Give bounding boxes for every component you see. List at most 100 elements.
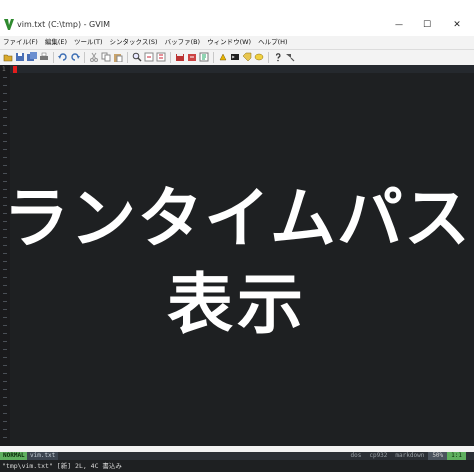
run-script-icon	[199, 52, 208, 62]
status-position: 1:1	[447, 452, 466, 460]
undo-button[interactable]	[57, 52, 68, 63]
close-button[interactable]: ✕	[446, 16, 468, 33]
find-help-icon	[285, 54, 294, 62]
maximize-icon: ☐	[422, 19, 432, 30]
jump-tag-button[interactable]	[253, 52, 264, 63]
toolbar	[0, 49, 474, 64]
empty-line-marker	[3, 357, 7, 358]
paste-button[interactable]	[112, 52, 123, 63]
tags-icon	[242, 52, 251, 62]
status-percent: 50%	[428, 452, 448, 460]
find-icon	[132, 52, 141, 62]
find-next-icon	[144, 52, 153, 62]
empty-line-marker	[3, 93, 7, 94]
print-button[interactable]	[38, 52, 49, 63]
toolbar-separator	[84, 51, 85, 63]
menu-window[interactable]: ウィンドウ(W)	[204, 36, 255, 48]
toolbar-separator	[268, 51, 269, 63]
empty-line-marker	[3, 133, 7, 134]
help-icon	[275, 53, 280, 62]
empty-line-marker	[3, 373, 7, 374]
empty-line-marker	[3, 157, 7, 158]
status-line: NORMAL vim.txt dos cp932 markdown 50% 1:…	[0, 452, 474, 460]
shell-button[interactable]	[229, 52, 240, 63]
load-session-button[interactable]	[174, 52, 185, 63]
find-help-button[interactable]	[284, 52, 295, 63]
empty-line-marker	[3, 429, 7, 430]
minimize-button[interactable]: —	[388, 16, 410, 33]
menu-file[interactable]: ファイル(F)	[0, 36, 42, 48]
empty-line-marker	[3, 389, 7, 390]
save-icon	[15, 53, 24, 61]
load-session-icon	[175, 53, 184, 61]
cursor-line	[10, 65, 474, 73]
empty-line-marker	[3, 117, 7, 118]
title-bar[interactable]: vim.txt (C:\tmp) - GVIM — ☐ ✕	[0, 14, 474, 36]
menu-help[interactable]: ヘルプ(H)	[255, 36, 291, 48]
vim-logo-icon	[4, 19, 14, 30]
cut-icon	[89, 52, 98, 62]
make-button[interactable]	[217, 52, 228, 63]
find-next-button[interactable]	[143, 52, 154, 63]
make-icon	[219, 53, 226, 61]
empty-line-marker	[3, 437, 7, 438]
menu-edit[interactable]: 編集(E)	[42, 36, 71, 48]
jump-tag-icon	[254, 53, 263, 61]
cut-button[interactable]	[88, 52, 99, 63]
print-icon	[39, 52, 48, 60]
copy-button[interactable]	[100, 52, 111, 63]
toolbar-separator	[170, 51, 171, 63]
menu-bar: ファイル(F) 編集(E) ツール(T) シンタックス(S) バッファ(B) ウ…	[0, 36, 474, 48]
find-prev-icon	[156, 52, 165, 62]
gvim-window: vim.txt (C:\tmp) - GVIM — ☐ ✕ ファイル(F) 編集…	[0, 14, 474, 472]
empty-line-marker	[3, 101, 7, 102]
redo-icon	[70, 53, 80, 61]
tags-button[interactable]	[241, 52, 252, 63]
empty-line-marker	[3, 405, 7, 406]
save-button[interactable]	[14, 52, 25, 63]
status-filename: vim.txt	[27, 452, 59, 460]
menu-tools[interactable]: ツール(T)	[71, 36, 107, 48]
help-button[interactable]	[272, 52, 283, 63]
paste-icon	[113, 54, 122, 62]
redo-button[interactable]	[69, 52, 80, 63]
minimize-icon: —	[395, 20, 403, 29]
overlay-title-line1: ランタイムパス	[3, 180, 471, 257]
save-all-icon	[26, 52, 37, 61]
open-icon	[3, 54, 12, 62]
run-script-button[interactable]	[198, 52, 209, 63]
menu-syntax[interactable]: シンタックス(S)	[107, 36, 162, 48]
empty-line-marker	[3, 85, 7, 86]
empty-line-marker	[3, 125, 7, 126]
save-session-button[interactable]	[186, 52, 197, 63]
empty-line-marker	[3, 421, 7, 422]
status-right: dos cp932 markdown 50% 1:1	[347, 452, 466, 460]
empty-line-marker	[3, 365, 7, 366]
status-fileformat: dos	[350, 452, 362, 459]
window-title: vim.txt (C:\tmp) - GVIM	[17, 20, 110, 29]
find-prev-button[interactable]	[155, 52, 166, 63]
mode-indicator: NORMAL	[0, 452, 28, 460]
copy-icon	[101, 52, 110, 62]
status-filetype: markdown	[395, 452, 425, 459]
open-button[interactable]	[2, 52, 13, 63]
empty-line-marker	[3, 77, 7, 78]
overlay-title-line2: 表示	[167, 266, 307, 343]
save-session-icon	[187, 54, 196, 61]
toolbar-separator	[213, 51, 214, 63]
menu-buffers[interactable]: バッファ(B)	[162, 36, 205, 48]
find-button[interactable]	[131, 52, 142, 63]
empty-line-marker	[3, 141, 7, 142]
command-line[interactable]: "tmp\vim.txt" [新] 2L, 4C 書込み	[0, 460, 474, 472]
text-cursor	[13, 66, 17, 73]
maximize-button[interactable]: ☐	[416, 16, 438, 33]
empty-line-marker	[3, 381, 7, 382]
empty-line-marker	[3, 349, 7, 350]
line-number: 1	[2, 66, 6, 73]
empty-line-marker	[3, 149, 7, 150]
undo-icon	[57, 53, 67, 61]
editor-area[interactable]: 1 ランタイムパス 表示	[0, 65, 474, 446]
empty-line-marker	[3, 109, 7, 110]
empty-line-marker	[3, 397, 7, 398]
save-all-button[interactable]	[26, 52, 37, 63]
